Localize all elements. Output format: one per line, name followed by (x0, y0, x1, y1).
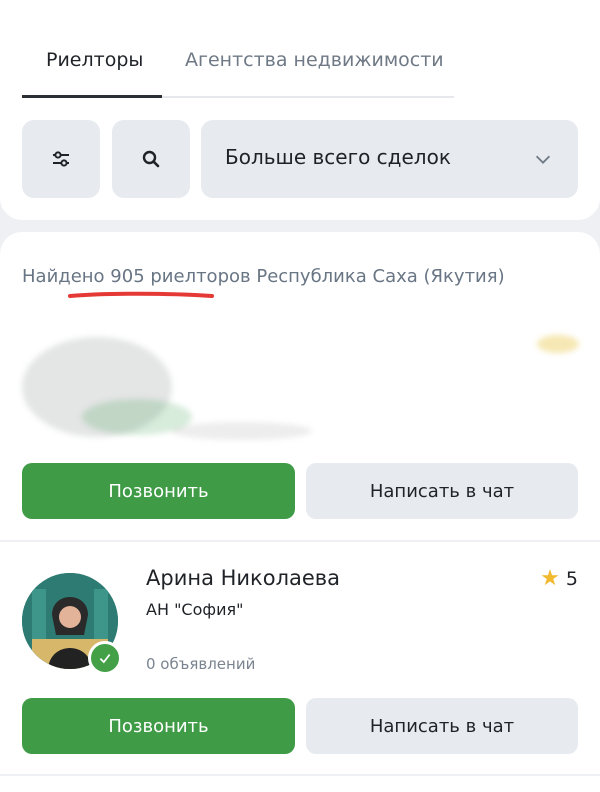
chat-button[interactable]: Написать в чат (306, 698, 578, 754)
highlight-underline (68, 291, 214, 298)
star-icon: ★ (540, 566, 560, 591)
card-divider (0, 540, 600, 542)
listings-count: 0 объявлений (146, 655, 256, 673)
search-button[interactable] (112, 120, 190, 198)
tabs: Риелторы Агентства недвижимости (22, 38, 454, 98)
results-panel: Найдено 905 риелторов Республика Саха (Я… (0, 232, 600, 792)
sort-label: Больше всего сделок (225, 145, 451, 169)
results-count: Найдено 905 риелторов Республика Саха (Я… (22, 266, 505, 287)
tab-agencies[interactable]: Агентства недвижимости (185, 48, 444, 72)
chat-button[interactable]: Написать в чат (306, 463, 578, 519)
realtor-agency[interactable]: АН "София" (146, 600, 243, 619)
filter-button[interactable] (22, 120, 100, 198)
sliders-icon (53, 151, 69, 167)
call-button[interactable]: Позвонить (22, 698, 295, 754)
realtor-name[interactable]: Арина Николаева (146, 566, 340, 590)
chevron-down-icon (535, 155, 551, 164)
verified-badge (88, 641, 122, 675)
card-divider (0, 774, 600, 776)
tab-realtors[interactable]: Риелторы (46, 48, 143, 72)
search-icon (142, 150, 160, 168)
top-panel: Риелторы Агентства недвижимости Больше в… (0, 0, 600, 220)
call-button[interactable]: Позвонить (22, 463, 295, 519)
blurred-rating (537, 335, 579, 353)
active-tab-indicator (22, 95, 162, 98)
check-icon (99, 653, 111, 664)
rating: ★ 5 (540, 566, 578, 591)
sort-select[interactable]: Больше всего сделок (201, 120, 578, 198)
rating-value: 5 (565, 568, 578, 590)
blurred-text (172, 422, 312, 440)
blurred-realtor-card (22, 327, 579, 447)
